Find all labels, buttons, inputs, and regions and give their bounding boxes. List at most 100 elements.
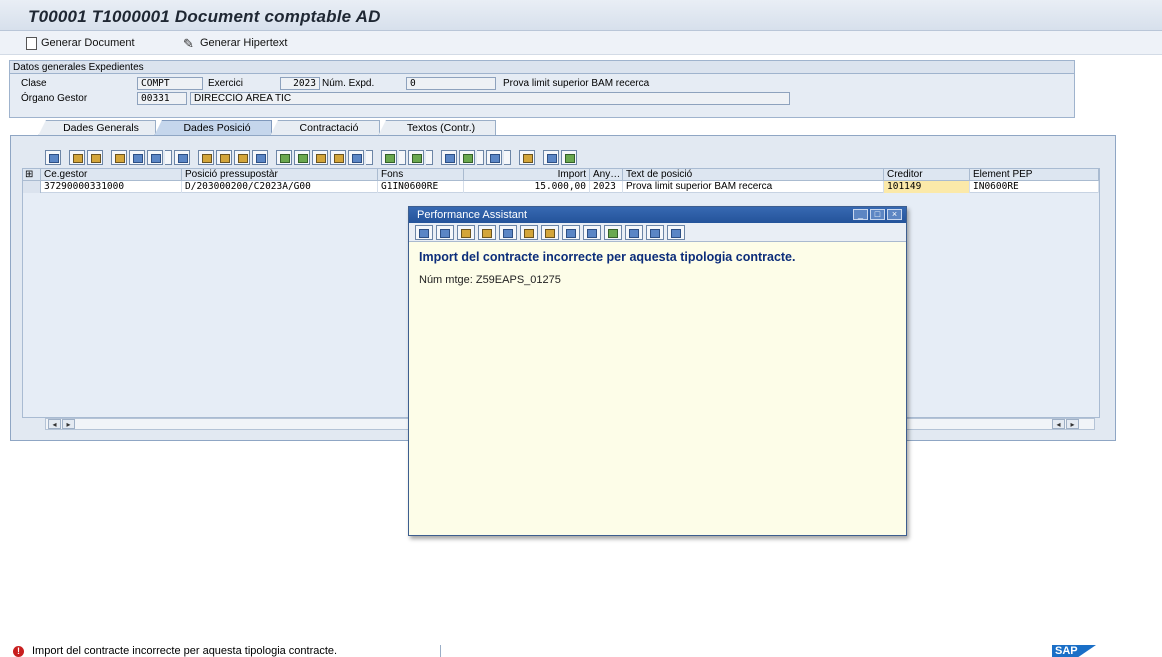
home-icon[interactable] [457, 225, 475, 240]
column-header[interactable]: Import [464, 169, 590, 181]
datos-generales-group: Datos generales Expedientes Clase COMPT … [9, 60, 1075, 118]
select-all-icon[interactable]: ⊞ [23, 169, 41, 181]
cell-element-pep[interactable]: IN0600RE [970, 181, 1099, 193]
cell-fons[interactable]: G1IN0600RE [378, 181, 464, 193]
expd-description: Prova limit superior BAM recerca [503, 78, 650, 89]
num-expd-label: Núm. Expd. [322, 78, 375, 89]
refresh-icon[interactable] [87, 150, 103, 165]
generar-document-button[interactable]: Generar Document [26, 35, 135, 51]
person-icon[interactable] [541, 225, 559, 240]
sap-logo: SAP [1052, 645, 1096, 657]
duplicate-row-icon[interactable] [252, 150, 268, 165]
scroll-right-icon[interactable]: ▸ [1066, 419, 1079, 429]
scroll-left-icon[interactable]: ◂ [48, 419, 61, 429]
minimize-icon[interactable]: _ [853, 209, 868, 220]
column-header[interactable]: Creditor [884, 169, 970, 181]
filter-icon[interactable] [348, 150, 364, 165]
cell-ce-gestor[interactable]: 37290000331000 [41, 181, 182, 193]
column-header[interactable]: Posició pressupostàr [182, 169, 378, 181]
bookmark-icon[interactable] [604, 225, 622, 240]
edit-icon: ✎ [183, 35, 194, 51]
forward-icon[interactable] [436, 225, 454, 240]
add-row-icon[interactable] [69, 150, 85, 165]
message-number: Núm mtge: Z59EAPS_01275 [419, 274, 561, 286]
subtotal-icon[interactable] [408, 150, 424, 165]
paste-dropdown[interactable] [165, 150, 172, 165]
exercici-field[interactable]: 2023 [280, 77, 320, 90]
delete-row-icon[interactable] [234, 150, 250, 165]
error-heading: Import del contracte incorrecte per aque… [419, 250, 796, 264]
cell-creditor[interactable]: 101149 [884, 181, 970, 193]
print-icon[interactable] [441, 150, 457, 165]
filter-dropdown[interactable] [366, 150, 373, 165]
abc-analysis-icon[interactable] [561, 150, 577, 165]
append-row-icon[interactable] [198, 150, 214, 165]
exercici-label: Exercici [208, 78, 244, 89]
num-expd-field[interactable]: 0 [406, 77, 496, 90]
edit-icon[interactable] [499, 225, 517, 240]
tab-contractacio[interactable]: Contractació [270, 120, 380, 136]
print-icon[interactable] [625, 225, 643, 240]
column-header[interactable]: Ce.gestor [41, 169, 182, 181]
dialog-titlebar[interactable]: Performance Assistant _ □ × [409, 207, 906, 223]
maximize-icon[interactable]: □ [870, 209, 885, 220]
scroll-right-icon[interactable]: ▸ [62, 419, 75, 429]
cut-icon[interactable] [111, 150, 127, 165]
export-dropdown[interactable] [477, 150, 484, 165]
grid-toolbar [45, 150, 577, 167]
book-icon[interactable] [562, 225, 580, 240]
sort-ascending-icon[interactable] [276, 150, 292, 165]
insert-row-icon[interactable] [216, 150, 232, 165]
column-header[interactable]: Element PEP [970, 169, 1099, 181]
graphic-icon[interactable] [519, 150, 535, 165]
sort-descending-icon[interactable] [294, 150, 310, 165]
undo-icon[interactable] [174, 150, 190, 165]
tab-dades-generals[interactable]: Dades Generals [38, 120, 156, 136]
row-selector[interactable] [23, 181, 41, 193]
sum-dropdown[interactable] [399, 150, 406, 165]
layout-dropdown[interactable] [504, 150, 511, 165]
layout-icon[interactable] [486, 150, 502, 165]
tab-textos-contr[interactable]: Textos (Contr.) [378, 120, 496, 136]
cell-any[interactable]: 2023 [590, 181, 623, 193]
cell-import[interactable]: 15.000,00 [464, 181, 590, 193]
clase-field[interactable]: COMPT [137, 77, 203, 90]
close-icon[interactable]: × [887, 209, 902, 220]
back-icon[interactable] [415, 225, 433, 240]
group-title: Datos generales Expedientes [10, 61, 1074, 74]
organo-gestor-label: Órgano Gestor [21, 93, 88, 104]
find-icon[interactable] [312, 150, 328, 165]
performance-assistant-dialog: Performance Assistant _ □ × Import del c… [408, 206, 907, 536]
clase-label: Clase [21, 78, 47, 89]
close-icon[interactable] [667, 225, 685, 240]
column-header[interactable]: Fons [378, 169, 464, 181]
info-icon[interactable] [543, 150, 559, 165]
status-message[interactable]: Import del contracte incorrecte per aque… [32, 645, 337, 657]
scroll-left-icon[interactable]: ◂ [1052, 419, 1065, 429]
tab-dades-posicio[interactable]: Dades Posició [154, 120, 272, 136]
paste-icon[interactable] [147, 150, 163, 165]
column-header[interactable]: Any… [590, 169, 623, 181]
tools-icon[interactable] [520, 225, 538, 240]
status-bar: ! Import del contracte incorrecte per aq… [0, 645, 1162, 657]
technical-info-icon[interactable] [478, 225, 496, 240]
cell-text-posicio[interactable]: Prova limit superior BAM recerca [623, 181, 884, 193]
error-icon[interactable]: ! [13, 646, 24, 657]
generar-hipertext-button[interactable]: ✎ Generar Hipertext [183, 35, 287, 51]
details-icon[interactable] [45, 150, 61, 165]
cell-posicio[interactable]: D/203000200/C2023A/G00 [182, 181, 378, 193]
status-divider [440, 645, 441, 657]
subtotal-dropdown[interactable] [426, 150, 433, 165]
column-header[interactable]: Text de posició [623, 169, 884, 181]
sum-icon[interactable] [381, 150, 397, 165]
organo-gestor-desc: DIRECCIÓ ÀREA TIC [190, 92, 790, 105]
export-icon[interactable] [459, 150, 475, 165]
organo-gestor-field[interactable]: 00331 [137, 92, 187, 105]
flag-icon[interactable] [583, 225, 601, 240]
dialog-title: Performance Assistant [417, 209, 528, 221]
copy-icon[interactable] [129, 150, 145, 165]
find-next-icon[interactable] [330, 150, 346, 165]
search-icon[interactable] [646, 225, 664, 240]
table-row[interactable]: 37290000331000 D/203000200/C2023A/G00 G1… [23, 181, 1099, 193]
dialog-toolbar [409, 223, 906, 242]
